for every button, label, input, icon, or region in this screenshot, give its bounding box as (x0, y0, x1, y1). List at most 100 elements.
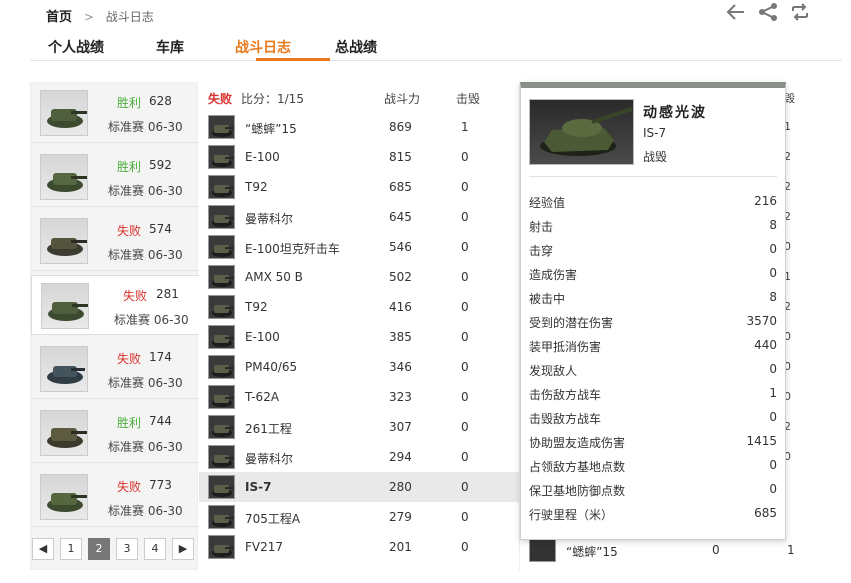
battle-item[interactable]: 胜利 592 标准赛 06-30 (31, 147, 199, 207)
breadcrumb-separator: > (83, 10, 94, 24)
table-row[interactable]: FV217 201 0 (199, 532, 519, 562)
breadcrumb-current: 战斗日志 (105, 10, 154, 24)
tank-name: FV217 (245, 540, 284, 554)
stat-label: 造成伤害 (529, 268, 578, 282)
tank-kills: 1 (461, 120, 469, 134)
stat-value: 0 (769, 458, 777, 472)
column-power: 战斗力 (384, 92, 421, 106)
table-row[interactable]: E-100 815 0 (199, 142, 519, 172)
stat-label: 经验值 (529, 196, 566, 210)
table-row[interactable]: 曼蒂科尔 645 0 (199, 202, 519, 232)
page-button[interactable]: 4 (144, 538, 166, 560)
divider (529, 176, 777, 177)
stat-value: 0 (769, 362, 777, 376)
stat-row: 击毁敌方战车 0 (529, 410, 777, 434)
share-icon[interactable] (757, 2, 779, 22)
tank-icon (208, 235, 235, 259)
tank-kills: 1 (787, 543, 795, 557)
stat-label: 击毁敌方战车 (529, 412, 602, 426)
tank-icon (208, 535, 235, 559)
table-row[interactable]: IS-7 280 0 (199, 472, 519, 502)
table-row[interactable]: “蟋蟀”15 869 1 (199, 112, 519, 142)
tank-icon (208, 175, 235, 199)
battle-score: 773 (149, 478, 172, 492)
tab-battle-log[interactable]: 战斗日志 (235, 37, 291, 57)
battle-score: 592 (149, 158, 172, 172)
tank-power: 645 (389, 210, 412, 224)
page-button[interactable]: 1 (60, 538, 82, 560)
page-prev-button[interactable]: ◀ (32, 538, 54, 560)
tank-icon (208, 205, 235, 229)
battle-score: 744 (149, 414, 172, 428)
tank-image (529, 99, 634, 165)
stat-row: 行驶里程（米） 685 (529, 506, 777, 530)
tank-power: 201 (389, 540, 412, 554)
battle-item[interactable]: 胜利 744 标准赛 06-30 (31, 403, 199, 463)
header-actions (725, 2, 811, 22)
stat-value: 8 (769, 218, 777, 232)
back-arrow-icon[interactable] (725, 2, 747, 22)
battle-result: 失败 (117, 480, 142, 494)
stat-value: 685 (754, 506, 777, 520)
tank-kills: 0 (461, 210, 469, 224)
tab-garage[interactable]: 车库 (156, 37, 184, 57)
battle-item[interactable]: 失败 174 标准赛 06-30 (31, 339, 199, 399)
battle-item[interactable]: 失败 574 标准赛 06-30 (31, 211, 199, 271)
breadcrumb-home[interactable]: 首页 (46, 10, 72, 25)
tank-icon (208, 385, 235, 409)
stat-value: 1415 (746, 434, 777, 448)
tank-power: 815 (389, 150, 412, 164)
table-row[interactable]: AMX 50 B 502 0 (199, 262, 519, 292)
tank-thumbnail (40, 90, 88, 136)
table-row[interactable]: E-100 385 0 (199, 322, 519, 352)
player-detail-popup: 动感光波 IS-7 战毁 经验值 216 射击 8 击穿 0 造成伤害 0 被击中 8 受到的潜在伤… (520, 82, 786, 540)
table-row[interactable]: E-100坦克歼击车 546 0 (199, 232, 519, 262)
tank-power: 346 (389, 360, 412, 374)
stat-label: 装甲抵消伤害 (529, 340, 602, 354)
battle-item[interactable]: 胜利 628 标准赛 06-30 (31, 83, 199, 143)
table-row[interactable]: PM40/65 346 0 (199, 352, 519, 382)
table-row[interactable]: T92 685 0 (199, 172, 519, 202)
tank-power: 0 (712, 543, 720, 557)
stat-row: 被击中 8 (529, 290, 777, 314)
tank-power: 416 (389, 300, 412, 314)
active-tab-indicator (256, 58, 330, 61)
tank-power: 279 (389, 510, 412, 524)
tank-icon (208, 325, 235, 349)
refresh-icon[interactable] (789, 2, 811, 22)
tank-power: 869 (389, 120, 412, 134)
table-row[interactable]: 705工程A 279 0 (199, 502, 519, 532)
battle-mode: 标准赛 06-30 (108, 248, 183, 262)
table-row[interactable]: T92 416 0 (199, 292, 519, 322)
tank-name: PM40/65 (245, 360, 298, 374)
tank-power: 294 (389, 450, 412, 464)
column-kills: 击毁 (456, 92, 481, 106)
stat-label: 击穿 (529, 244, 554, 258)
tab-personal-record[interactable]: 个人战绩 (48, 37, 104, 57)
page-next-button[interactable]: ▶ (172, 538, 194, 560)
tank-power: 323 (389, 390, 412, 404)
table-row[interactable]: T-62A 323 0 (199, 382, 519, 412)
stat-label: 射击 (529, 220, 554, 234)
tank-icon (208, 145, 235, 169)
battle-item-selected[interactable]: 失败 281 标准赛 06-30 (31, 275, 201, 335)
page-button[interactable]: 3 (116, 538, 138, 560)
tank-thumbnail (40, 410, 88, 456)
tank-icon (208, 475, 235, 499)
tank-icon (529, 538, 556, 562)
tank-name: 705工程A (245, 512, 301, 526)
table-row[interactable]: 曼蒂科尔 294 0 (199, 442, 519, 472)
stat-label: 发现敌人 (529, 364, 578, 378)
table-row[interactable]: 261工程 307 0 (199, 412, 519, 442)
page-button-current[interactable]: 2 (88, 538, 110, 560)
battle-mode: 标准赛 06-30 (108, 504, 183, 518)
table-header: 失败 比分：1/15 战斗力 击毁 (199, 82, 519, 112)
tank-name: 曼蒂科尔 (245, 452, 294, 466)
stat-row: 击伤敌方战车 1 (529, 386, 777, 410)
tank-kills: 0 (461, 360, 469, 374)
team-result: 失败 (208, 92, 233, 106)
tank-power: 546 (389, 240, 412, 254)
battle-item[interactable]: 失败 773 标准赛 06-30 (31, 467, 199, 527)
tank-kills: 0 (461, 540, 469, 554)
tab-total-record[interactable]: 总战绩 (335, 37, 377, 57)
